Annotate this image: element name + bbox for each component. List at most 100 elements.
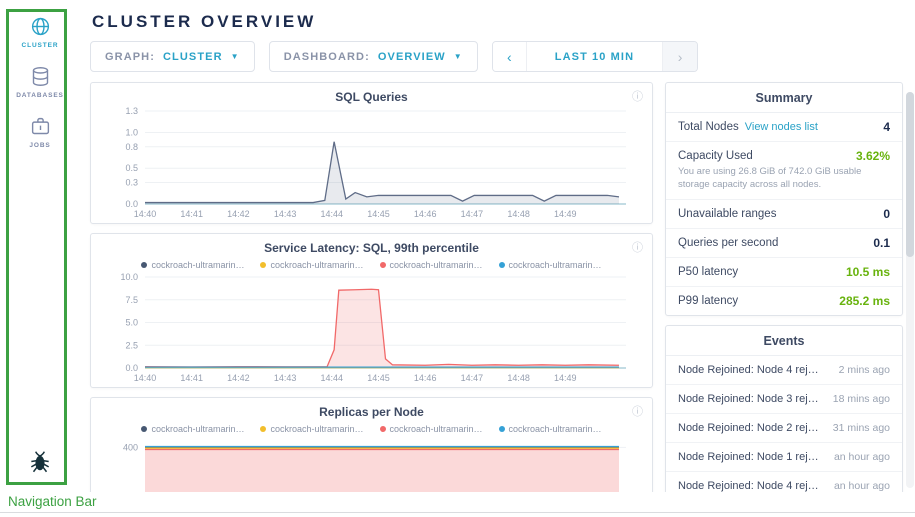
summary-card: Summary Total NodesView nodes list 4 Cap…: [665, 82, 903, 316]
sidebar-item-label: JOBS: [29, 142, 50, 149]
page: CLUSTER DATABASES: [0, 0, 915, 517]
vertical-scrollbar[interactable]: [906, 92, 914, 488]
info-icon[interactable]: ⓘ: [632, 403, 643, 419]
svg-text:0.3: 0.3: [125, 178, 138, 188]
legend-dot: [499, 426, 505, 432]
legend-item[interactable]: cockroach-ultramarin…: [260, 423, 363, 434]
time-next-button[interactable]: ›: [663, 42, 697, 71]
legend-dot: [141, 262, 147, 268]
time-range-label[interactable]: LAST 10 MIN: [527, 42, 663, 71]
legend-dot: [260, 262, 266, 268]
chart-card-replicas-per-node: Replicas per Node ⓘ cockroach-ultramarin…: [90, 397, 653, 492]
svg-text:14:47: 14:47: [461, 373, 484, 383]
service-latency-chart[interactable]: 0.02.55.07.510.014:4014:4114:4214:4314:4…: [101, 272, 642, 384]
event-row: Node Rejoined: Node 2 rej… 31 mins ago: [666, 414, 902, 443]
chart-title: Replicas per Node: [101, 405, 642, 419]
svg-text:7.5: 7.5: [125, 295, 138, 305]
legend-item[interactable]: cockroach-ultramarin…: [380, 259, 483, 270]
time-prev-button[interactable]: ‹: [493, 42, 527, 71]
svg-text:2.5: 2.5: [125, 340, 138, 350]
svg-text:14:40: 14:40: [134, 209, 157, 219]
svg-text:14:45: 14:45: [367, 209, 390, 219]
svg-text:14:41: 14:41: [180, 209, 203, 219]
summary-value: 10.5 ms: [846, 265, 890, 279]
svg-text:14:42: 14:42: [227, 373, 250, 383]
legend-item[interactable]: cockroach-ultramarin…: [141, 259, 244, 270]
replicas-per-node-chart[interactable]: 40014:4014:4114:4214:4314:4414:4514:4614…: [101, 436, 642, 492]
summary-row-capacity-used: Capacity Used 3.62% You are using 26.8 G…: [666, 142, 902, 200]
svg-text:14:41: 14:41: [180, 373, 203, 383]
legend-label: cockroach-ultramarin…: [509, 260, 602, 270]
event-time: 18 mins ago: [833, 393, 890, 405]
sidebar-item-label: DATABASES: [16, 92, 64, 99]
navigation-sidebar: CLUSTER DATABASES: [0, 0, 80, 492]
content-area: SQL Queries ⓘ 0.00.30.50.81.01.314:4014:…: [90, 82, 903, 492]
event-row: Node Rejoined: Node 4 rej… 2 mins ago: [666, 356, 902, 385]
chart-card-service-latency: Service Latency: SQL, 99th percentile ⓘ …: [90, 233, 653, 388]
legend-item[interactable]: cockroach-ultramarin…: [499, 259, 602, 270]
svg-text:14:43: 14:43: [274, 373, 297, 383]
summary-label: Queries per second: [678, 237, 778, 249]
graph-dropdown[interactable]: GRAPH: CLUSTER ▼: [90, 41, 255, 72]
event-time: 31 mins ago: [833, 422, 890, 434]
event-text: Node Rejoined: Node 3 rej…: [678, 393, 819, 405]
event-row: Node Rejoined: Node 4 rej… an hour ago: [666, 472, 902, 492]
sql-queries-chart[interactable]: 0.00.30.50.81.01.314:4014:4114:4214:4314…: [101, 106, 642, 220]
bottom-divider: [0, 512, 915, 513]
legend-label: cockroach-ultramarin…: [151, 260, 244, 270]
svg-text:0.8: 0.8: [125, 142, 138, 152]
dashboard-dropdown[interactable]: DASHBOARD: OVERVIEW ▼: [269, 41, 478, 72]
legend-item[interactable]: cockroach-ultramarin…: [260, 259, 363, 270]
legend-dot: [380, 262, 386, 268]
svg-text:1.0: 1.0: [125, 127, 138, 137]
event-row: Node Rejoined: Node 1 rej… an hour ago: [666, 443, 902, 472]
chart-card-sql-queries: SQL Queries ⓘ 0.00.30.50.81.01.314:4014:…: [90, 82, 653, 224]
dashboard-dropdown-value: OVERVIEW: [378, 51, 446, 63]
legend-dot: [380, 426, 386, 432]
summary-value: 4: [883, 120, 890, 134]
legend-dot: [141, 426, 147, 432]
summary-label: Capacity Used: [678, 150, 753, 162]
dashboard-dropdown-label: DASHBOARD:: [284, 51, 370, 63]
svg-text:14:45: 14:45: [367, 373, 390, 383]
legend-item[interactable]: cockroach-ultramarin…: [141, 423, 244, 434]
scrollbar-thumb[interactable]: [906, 92, 914, 257]
summary-row-total-nodes: Total NodesView nodes list 4: [666, 113, 902, 142]
sidebar-item-databases[interactable]: DATABASES: [16, 66, 64, 99]
svg-text:14:49: 14:49: [554, 209, 577, 219]
svg-text:14:48: 14:48: [507, 209, 530, 219]
sidebar-item-jobs[interactable]: JOBS: [29, 116, 50, 149]
view-nodes-list-link[interactable]: View nodes list: [745, 121, 818, 133]
svg-text:14:47: 14:47: [461, 209, 484, 219]
svg-text:5.0: 5.0: [125, 318, 138, 328]
event-row: Node Rejoined: Node 3 rej… 18 mins ago: [666, 385, 902, 414]
summary-label: P50 latency: [678, 266, 738, 278]
sidebar-item-cluster[interactable]: CLUSTER: [22, 16, 59, 49]
capacity-used-subtext: You are using 26.8 GiB of 742.0 GiB usab…: [678, 166, 890, 192]
svg-text:14:46: 14:46: [414, 209, 437, 219]
info-icon[interactable]: ⓘ: [632, 88, 643, 104]
summary-label: Unavailable ranges: [678, 208, 776, 220]
summary-title: Summary: [666, 83, 902, 113]
summary-label: Total NodesView nodes list: [678, 121, 818, 133]
summary-label: P99 latency: [678, 295, 738, 307]
event-time: an hour ago: [834, 451, 890, 463]
summary-value: 285.2 ms: [839, 294, 890, 308]
info-icon[interactable]: ⓘ: [632, 239, 643, 255]
event-time: 2 mins ago: [839, 364, 890, 376]
legend-dot: [260, 426, 266, 432]
legend-item[interactable]: cockroach-ultramarin…: [380, 423, 483, 434]
svg-text:10.0: 10.0: [120, 272, 138, 282]
legend-label: cockroach-ultramarin…: [270, 424, 363, 434]
cockroachdb-logo[interactable]: [27, 449, 53, 480]
svg-text:14:40: 14:40: [134, 373, 157, 383]
sidebar-item-label: CLUSTER: [22, 42, 59, 49]
event-text: Node Rejoined: Node 2 rej…: [678, 422, 819, 434]
summary-value: 3.62%: [856, 149, 890, 163]
toolbar: GRAPH: CLUSTER ▼ DASHBOARD: OVERVIEW ▼ ‹…: [90, 41, 903, 72]
svg-text:400: 400: [123, 442, 138, 452]
summary-row-p99-latency: P99 latency 285.2 ms: [666, 287, 902, 315]
chart-legend: cockroach-ultramarin… cockroach-ultramari…: [101, 423, 642, 434]
main-content: CLUSTER OVERVIEW GRAPH: CLUSTER ▼ DASHBO…: [80, 0, 915, 492]
legend-item[interactable]: cockroach-ultramarin…: [499, 423, 602, 434]
